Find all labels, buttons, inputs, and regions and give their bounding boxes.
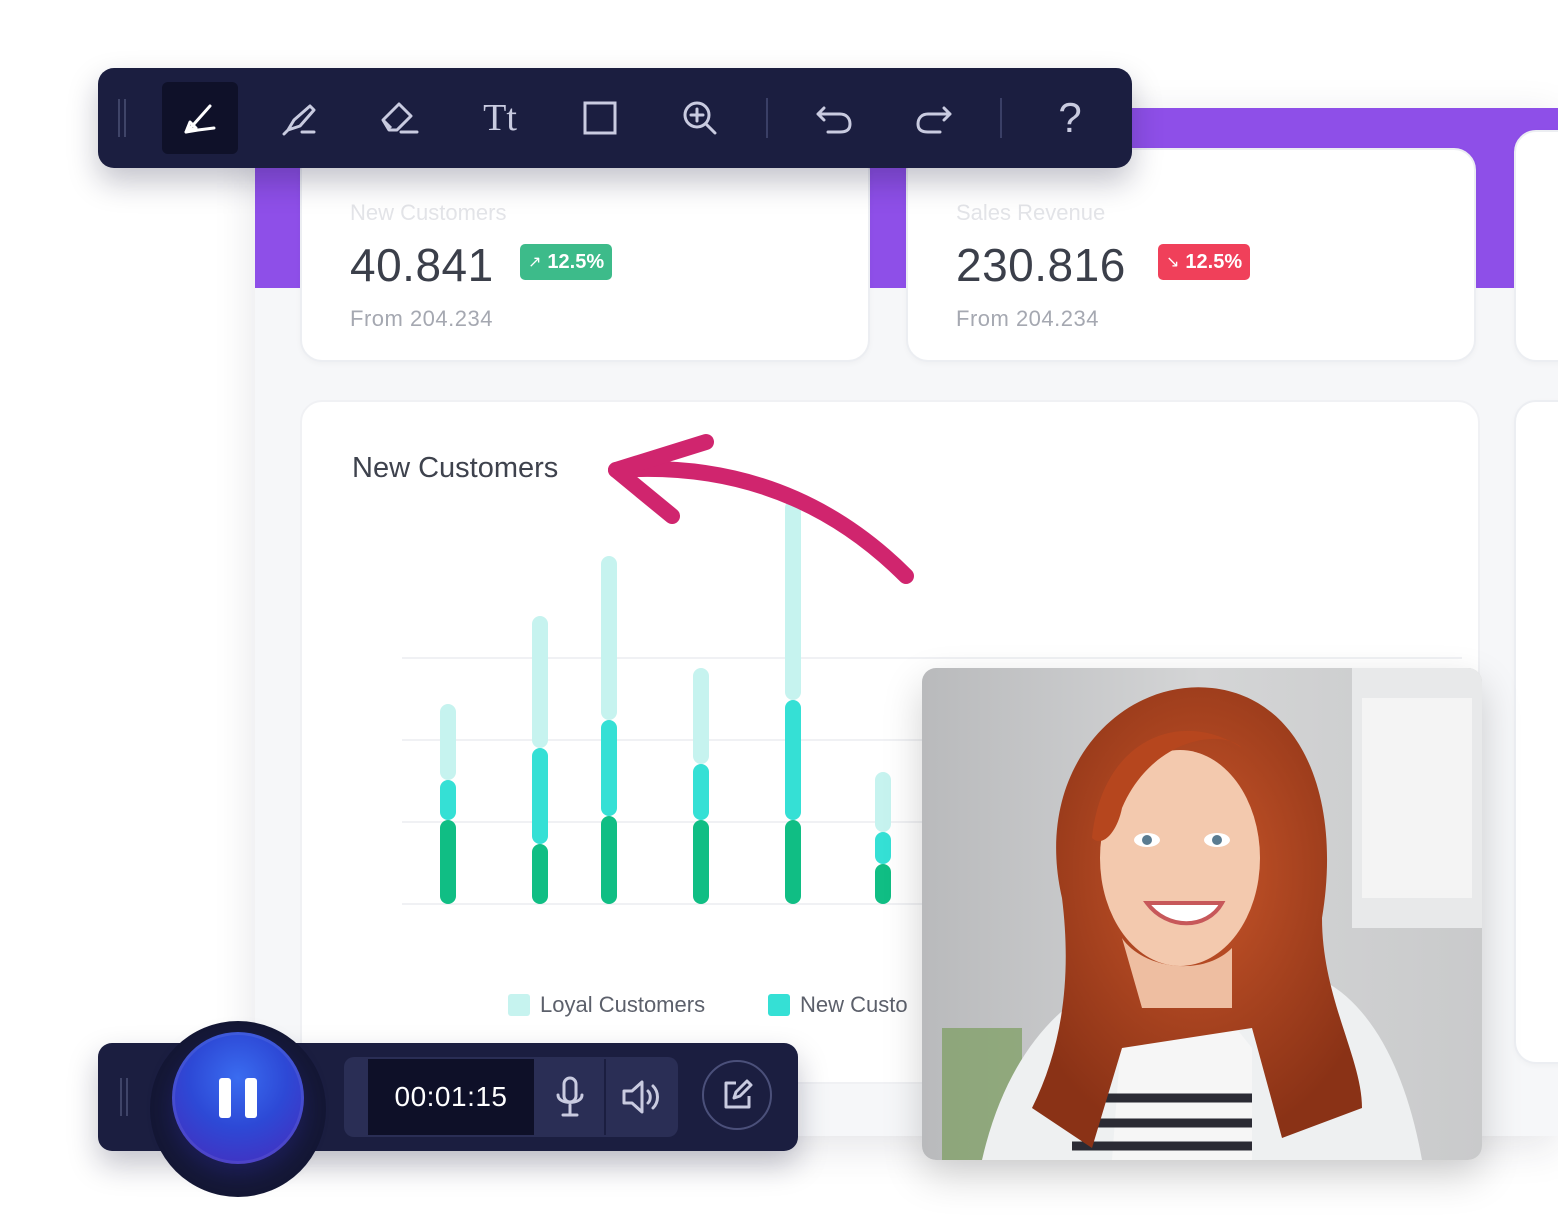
volume-button[interactable] — [606, 1059, 678, 1135]
eraser-icon — [381, 102, 419, 134]
pause-button[interactable] — [172, 1032, 304, 1164]
chart-bar-segment — [875, 772, 891, 832]
pause-icon — [219, 1078, 231, 1118]
legend-swatch — [508, 994, 530, 1016]
badge-value: 12.5% — [547, 250, 605, 273]
text-tool-button[interactable]: Tt — [462, 82, 538, 154]
drag-handle[interactable] — [120, 1078, 128, 1116]
rectangle-tool-button[interactable] — [562, 82, 638, 154]
webcam-feed — [922, 668, 1482, 1160]
stat-card-sales-revenue: Sales Revenue 230.816 ↘ 12.5% From 204.2… — [906, 148, 1476, 362]
chart-bar-segment — [601, 720, 617, 816]
undo-icon — [816, 106, 852, 134]
microphone-icon — [556, 1076, 584, 1117]
chart-bar-segment — [785, 820, 801, 904]
stat-card-new-customers: New Customers 40.841 ↗ 12.5% From 204.23… — [300, 148, 870, 362]
chart-bar-segment — [693, 668, 709, 764]
chart-bar-segment — [440, 704, 456, 780]
chart-bar-segment — [532, 748, 548, 844]
microphone-button[interactable] — [536, 1059, 604, 1135]
webcam-overlay[interactable] — [922, 668, 1482, 1160]
rectangle-icon — [583, 101, 617, 135]
stat-card-partial — [1514, 130, 1558, 362]
stat-value: 40.841 — [350, 239, 494, 291]
divider — [1000, 98, 1002, 138]
undo-button[interactable] — [796, 82, 872, 154]
stat-value: 230.816 — [956, 239, 1126, 291]
highlighter-icon — [282, 104, 316, 136]
zoom-tool-button[interactable] — [662, 82, 738, 154]
divider — [766, 98, 768, 138]
help-button[interactable]: ? — [1032, 82, 1108, 154]
trend-down-icon: ↘ — [1166, 254, 1180, 271]
annotate-button[interactable] — [702, 1060, 772, 1130]
chart-bar-segment — [532, 844, 548, 904]
chart-bar-segment — [693, 820, 709, 904]
chart-bar-segment — [785, 700, 801, 820]
help-icon: ? — [1058, 94, 1082, 141]
trend-up-badge: ↗ 12.5% — [520, 244, 613, 280]
chart-bar-segment — [440, 820, 456, 904]
legend-swatch — [768, 994, 790, 1016]
text-icon: Tt — [483, 97, 517, 139]
speaker-icon — [622, 1080, 659, 1114]
legend-item-loyal: Loyal Customers — [508, 992, 705, 1018]
stat-from: From 204.234 — [956, 306, 1099, 331]
zoom-icon — [683, 101, 717, 135]
redo-icon — [916, 106, 952, 134]
chart-bar-segment — [875, 832, 891, 864]
drag-handle[interactable] — [118, 99, 126, 137]
chart-bar-segment — [440, 780, 456, 820]
chart-bar-segment — [875, 864, 891, 904]
pause-icon — [245, 1078, 257, 1118]
trend-up-icon: ↗ — [528, 254, 542, 271]
annotation-toolbar: Tt ? — [98, 68, 1132, 168]
legend-label: Loyal Customers — [540, 992, 706, 1017]
eraser-tool-button[interactable] — [360, 82, 436, 154]
side-card-partial — [1514, 400, 1558, 1064]
trend-down-badge: ↘ 12.5% — [1158, 244, 1251, 280]
pen-icon — [184, 104, 216, 134]
annotation-arrow — [608, 434, 914, 584]
stat-label: New Customers — [350, 200, 507, 225]
chart-bar-segment — [693, 764, 709, 820]
stat-label: Sales Revenue — [956, 200, 1106, 225]
edit-icon — [724, 1079, 753, 1109]
chart-bar-segment — [601, 816, 617, 904]
recording-timer: 00:01:15 — [368, 1059, 534, 1135]
badge-value: 12.5% — [1185, 250, 1243, 273]
stat-from: From 204.234 — [350, 306, 493, 331]
legend-item-new: New Custo — [768, 992, 908, 1018]
legend-label: New Custo — [800, 992, 908, 1017]
chart-bar-segment — [532, 616, 548, 748]
highlighter-tool-button[interactable] — [262, 82, 338, 154]
pen-tool-button[interactable] — [162, 82, 238, 154]
redo-button[interactable] — [896, 82, 972, 154]
